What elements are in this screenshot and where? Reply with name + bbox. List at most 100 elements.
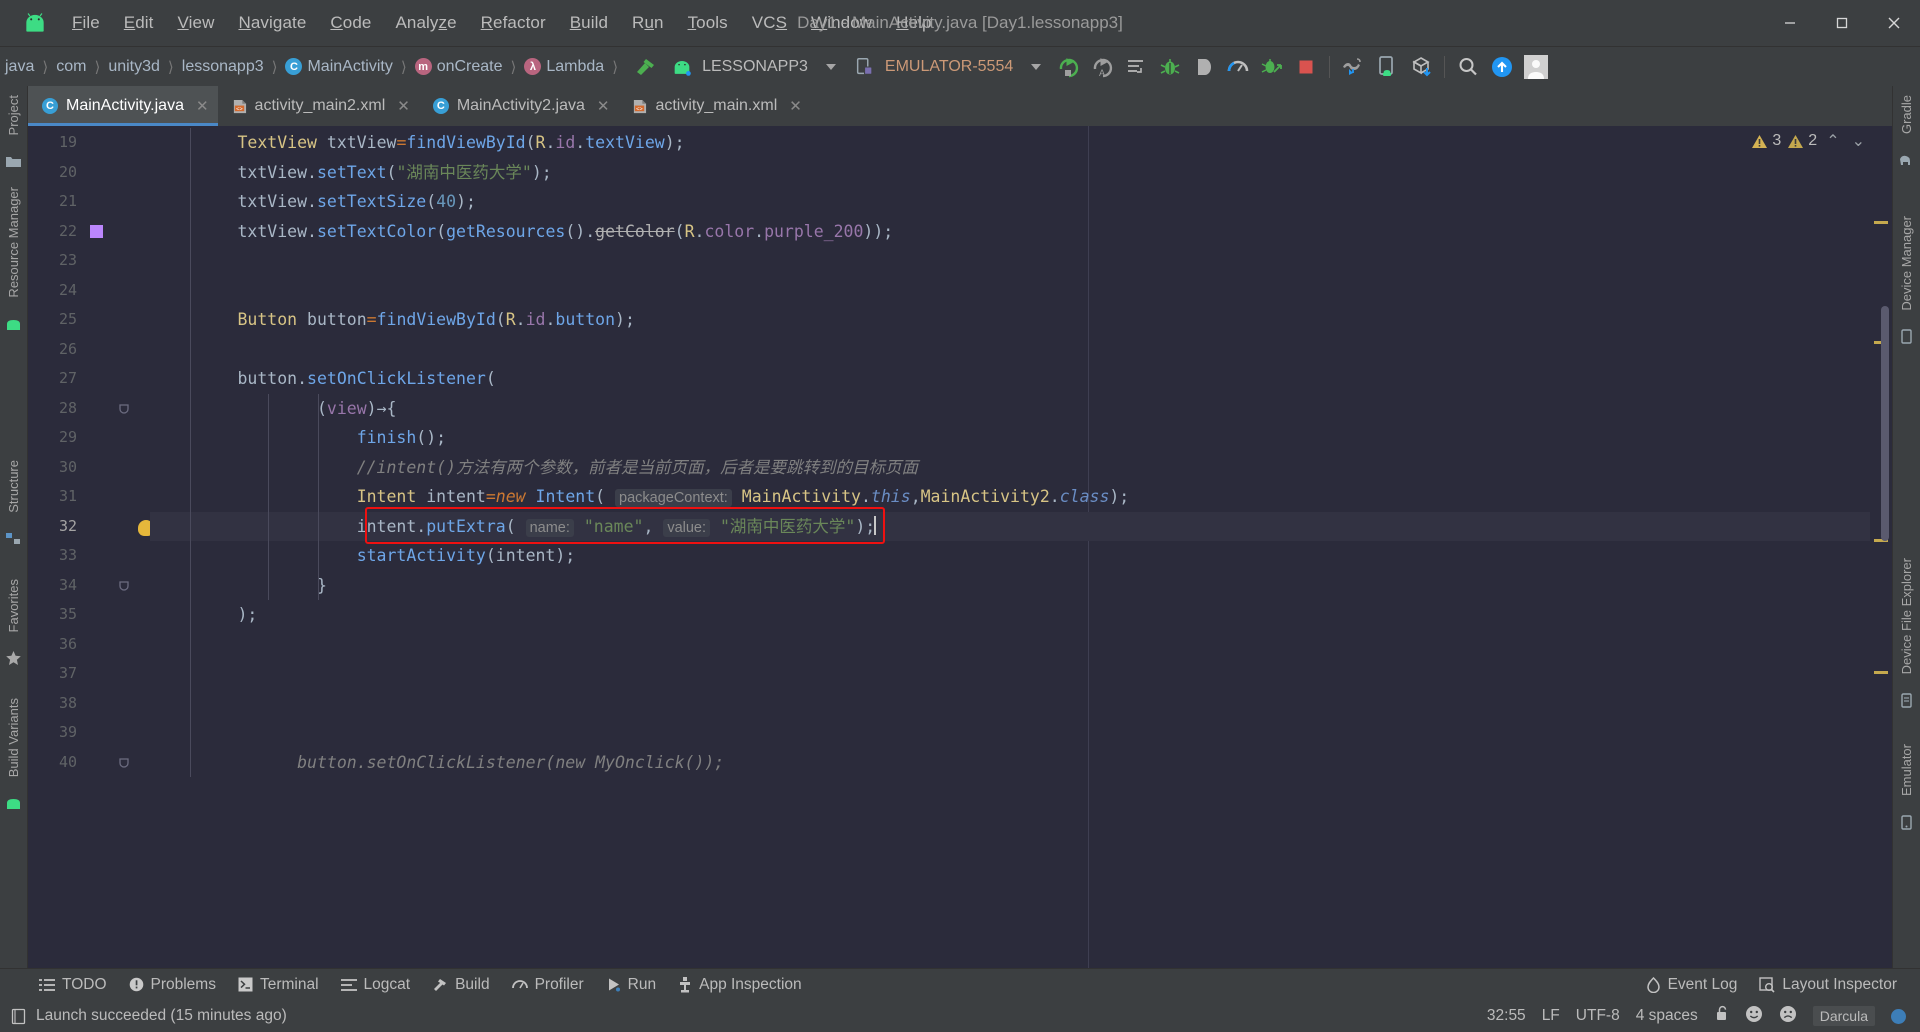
resource-android-icon[interactable]: [1, 311, 27, 337]
apply-code-changes-button[interactable]: [1255, 50, 1289, 84]
menu-analyze[interactable]: Analyze: [383, 9, 468, 37]
marker-warning[interactable]: [1874, 671, 1888, 674]
tool-window-device-file-explorer[interactable]: Device File Explorer: [1897, 549, 1916, 683]
ide-status-dot-icon[interactable]: [1891, 1008, 1906, 1024]
code-line[interactable]: [150, 689, 1892, 719]
code-line[interactable]: [150, 246, 1892, 276]
file-encoding[interactable]: UTF-8: [1576, 1007, 1620, 1025]
happy-face-button[interactable]: [1745, 1005, 1763, 1028]
code-line[interactable]: [150, 276, 1892, 306]
run-configuration-selector[interactable]: LESSONAPP3: [663, 53, 816, 81]
menu-edit[interactable]: Edit: [112, 9, 166, 37]
tool-window-gradle[interactable]: Gradle: [1897, 86, 1916, 143]
tool-window-resource-manager[interactable]: Resource Manager: [4, 178, 23, 307]
code-line[interactable]: [150, 659, 1892, 689]
run-with-coverage-button[interactable]: A: [1085, 50, 1119, 84]
minimize-button[interactable]: [1764, 0, 1816, 46]
tool-button-app-inspection[interactable]: App Inspection: [667, 973, 813, 997]
device-selector[interactable]: EMULATOR-5554: [846, 53, 1021, 81]
attach-debugger-button[interactable]: [1187, 50, 1221, 84]
sdk-manager-button[interactable]: [1336, 50, 1370, 84]
debug-button[interactable]: [1153, 50, 1187, 84]
status-message-area[interactable]: Launch succeeded (15 minutes ago): [10, 1007, 287, 1025]
tab-mainactivity-java[interactable]: C MainActivity.java ✕: [28, 86, 218, 126]
tool-window-device-manager[interactable]: Device Manager: [1897, 207, 1916, 320]
code-fold-marker[interactable]: [118, 579, 130, 591]
stop-button[interactable]: [1289, 50, 1323, 84]
run-configuration-dropdown-arrow[interactable]: [825, 63, 836, 70]
tab-close-icon[interactable]: ✕: [196, 97, 209, 115]
code-line[interactable]: [150, 630, 1892, 660]
tab-close-icon[interactable]: ✕: [597, 97, 610, 115]
maximize-button[interactable]: [1816, 0, 1868, 46]
tool-button-build[interactable]: Build: [421, 973, 500, 997]
code-line[interactable]: finish();: [150, 423, 1892, 453]
tab-mainactivity2-java[interactable]: C MainActivity2.java ✕: [419, 86, 619, 126]
apply-changes-button[interactable]: [1119, 50, 1153, 84]
marker-warning[interactable]: [1874, 221, 1888, 224]
emulator-icon[interactable]: [1894, 809, 1920, 835]
fold-and-annotation-gutter[interactable]: [90, 126, 154, 968]
code-line[interactable]: [150, 335, 1892, 365]
breadcrumb-java[interactable]: java: [0, 55, 39, 79]
breadcrumb-lessonapp3[interactable]: lessonapp3: [177, 55, 269, 79]
code-line[interactable]: txtView.setTextColor(getResources().getC…: [150, 217, 1892, 247]
read-only-toggle[interactable]: [1714, 1005, 1729, 1027]
menu-run[interactable]: Run: [620, 9, 676, 37]
line-separator[interactable]: LF: [1542, 1007, 1560, 1025]
menu-code[interactable]: Code: [318, 9, 383, 37]
code-line[interactable]: txtView.setTextSize(40);: [150, 187, 1892, 217]
code-line[interactable]: txtView.setText("湖南中医药大学");: [150, 158, 1892, 188]
make-project-button[interactable]: [629, 50, 663, 84]
code-fold-marker[interactable]: [118, 756, 130, 768]
tool-window-build-variants[interactable]: Build Variants: [4, 689, 23, 786]
editor-scrollbar[interactable]: [1870, 126, 1892, 968]
code-line[interactable]: }: [150, 571, 1892, 601]
tab-close-icon[interactable]: ✕: [789, 97, 802, 115]
warning-count[interactable]: 3: [1751, 132, 1781, 150]
weak-warning-count[interactable]: 2: [1787, 132, 1817, 150]
tab-activity-main-xml[interactable]: <> activity_main.xml ✕: [618, 86, 810, 126]
breadcrumb-unity3d[interactable]: unity3d: [103, 55, 165, 79]
tool-button-logcat[interactable]: Logcat: [330, 973, 422, 997]
tab-close-icon[interactable]: ✕: [397, 97, 410, 115]
code-line[interactable]: TextView txtView=findViewById(R.id.textV…: [150, 128, 1892, 158]
menu-file[interactable]: File: [60, 9, 112, 37]
project-folder-icon[interactable]: [1, 148, 27, 174]
update-button[interactable]: [1485, 50, 1519, 84]
gutter-color-swatch[interactable]: [90, 224, 103, 238]
menu-tools[interactable]: Tools: [676, 9, 740, 37]
tool-button-layout-inspector[interactable]: Layout Inspector: [1748, 973, 1908, 997]
search-everywhere-button[interactable]: [1451, 50, 1485, 84]
menu-view[interactable]: View: [166, 9, 227, 37]
device-dropdown-arrow[interactable]: [1031, 63, 1042, 70]
tool-button-todo[interactable]: TODO: [28, 973, 118, 997]
code-line[interactable]: //intent()方法有两个参数，前者是当前页面，后者是要跳转到的目标页面: [150, 453, 1892, 483]
tool-button-problems[interactable]: Problems: [118, 973, 227, 997]
gradle-elephant-icon[interactable]: [1894, 147, 1920, 173]
run-button[interactable]: [1051, 50, 1085, 84]
code-fold-marker[interactable]: [118, 402, 130, 414]
breadcrumb-lambda[interactable]: λ Lambda: [519, 55, 609, 79]
code-line[interactable]: [150, 718, 1892, 748]
code-line[interactable]: intent.putExtra( name: "name", value: "湖…: [150, 511, 1892, 541]
breadcrumb-oncreate[interactable]: m onCreate: [410, 55, 508, 79]
sad-face-button[interactable]: [1779, 1005, 1797, 1028]
scrollbar-thumb[interactable]: [1881, 306, 1889, 541]
sync-gradle-button[interactable]: [1404, 50, 1438, 84]
code-line[interactable]: Intent intent=new Intent( packageContext…: [150, 482, 1892, 512]
code-editor[interactable]: 19 20 21 22 23 24 25 26 27 28 29 30 31 32 33 34 35 36 37 38…: [28, 126, 1892, 968]
code-line[interactable]: );: [150, 600, 1892, 630]
next-problem-button[interactable]: ⌄: [1849, 131, 1868, 151]
avd-manager-button[interactable]: [1370, 50, 1404, 84]
close-button[interactable]: [1868, 0, 1920, 46]
menu-help[interactable]: Help: [884, 9, 943, 37]
device-manager-icon[interactable]: [1894, 324, 1920, 350]
breadcrumb-com[interactable]: com: [51, 55, 91, 79]
tool-button-event-log[interactable]: Event Log: [1635, 973, 1749, 997]
breadcrumb-mainactivity[interactable]: C MainActivity: [280, 55, 397, 79]
code-line[interactable]: button.setOnClickListener(new MyOnclick(…: [150, 748, 1892, 778]
indent-setting[interactable]: 4 spaces: [1636, 1007, 1698, 1025]
code-line[interactable]: (view)→{: [150, 394, 1892, 424]
code-line[interactable]: startActivity(intent);: [150, 541, 1892, 571]
